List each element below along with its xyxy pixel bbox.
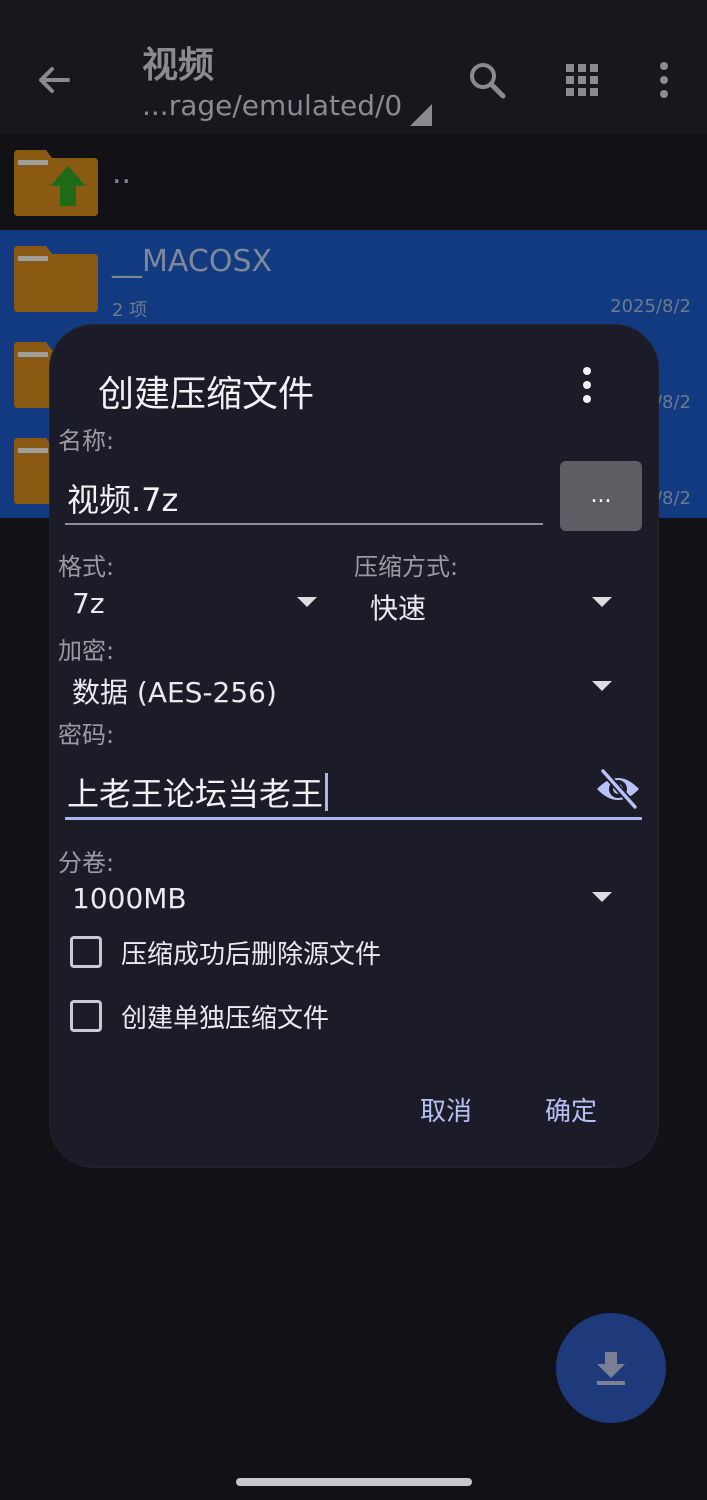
- list-item-parent[interactable]: ..: [0, 134, 707, 230]
- text-cursor: [325, 773, 329, 811]
- encrypt-label: 加密:: [58, 637, 115, 665]
- download-icon: [597, 1352, 625, 1385]
- list-item-date: /8/2: [655, 488, 691, 509]
- folder-title: 视频: [142, 45, 215, 86]
- format-dropdown-icon[interactable]: [297, 597, 317, 607]
- cancel-button[interactable]: 取消: [420, 1091, 472, 1128]
- dialog-more-icon[interactable]: [572, 365, 602, 405]
- back-arrow-icon[interactable]: [32, 58, 76, 102]
- separate-archive-label: 创建单独压缩文件: [121, 1004, 330, 1034]
- password-input[interactable]: 上老王论坛当老王: [65, 755, 642, 820]
- list-item-date: /8/2: [655, 392, 691, 413]
- dialog-title: 创建压缩文件: [98, 374, 315, 415]
- delete-source-label: 压缩成功后删除源文件: [121, 940, 382, 970]
- name-label: 名称:: [58, 427, 115, 455]
- visibility-off-icon[interactable]: [595, 769, 641, 809]
- method-dropdown-icon[interactable]: [592, 597, 612, 607]
- method-label: 压缩方式:: [354, 553, 459, 581]
- folder-up-icon: [14, 150, 98, 216]
- delete-source-checkbox[interactable]: [70, 936, 102, 968]
- password-value: 上老王论坛当老王: [67, 775, 324, 813]
- list-item-date: 2025/8/2: [610, 296, 691, 317]
- more-vert-icon[interactable]: [642, 58, 686, 102]
- archive-name-input[interactable]: 视频.7z: [65, 461, 543, 525]
- format-label: 格式:: [58, 553, 115, 581]
- search-icon[interactable]: [465, 58, 509, 102]
- split-label: 分卷:: [58, 849, 115, 877]
- extract-fab[interactable]: [556, 1313, 666, 1423]
- ok-button[interactable]: 确定: [545, 1091, 597, 1128]
- list-item-name: __MACOSX: [112, 244, 273, 279]
- separate-archive-checkbox[interactable]: [70, 1000, 102, 1032]
- path-subtitle[interactable]: ...rage/emulated/0: [142, 89, 402, 122]
- grid-view-icon[interactable]: [560, 58, 604, 102]
- method-select[interactable]: 快速: [370, 587, 426, 627]
- list-item-name: ..: [112, 156, 132, 191]
- folder-icon: [14, 246, 98, 312]
- split-dropdown-icon[interactable]: [592, 892, 612, 902]
- path-dropdown-icon[interactable]: [410, 104, 432, 126]
- password-label: 密码:: [58, 721, 115, 749]
- archive-name-value: 视频.7z: [67, 481, 179, 519]
- format-select[interactable]: 7z: [72, 587, 105, 620]
- encrypt-dropdown-icon[interactable]: [592, 681, 612, 691]
- list-item-meta: 2 项: [112, 300, 148, 321]
- gesture-bar[interactable]: [236, 1478, 472, 1486]
- list-item[interactable]: __MACOSX 2 项 2025/8/2: [0, 230, 707, 326]
- split-select[interactable]: 1000MB: [72, 882, 187, 915]
- browse-button[interactable]: ...: [560, 461, 642, 531]
- encrypt-select[interactable]: 数据 (AES-256): [72, 671, 277, 711]
- create-archive-dialog: 创建压缩文件 名称: 视频.7z ... 格式: 7z 压缩方式: 快速 加密:…: [50, 325, 658, 1167]
- app-bar: 视频 ...rage/emulated/0: [0, 0, 707, 134]
